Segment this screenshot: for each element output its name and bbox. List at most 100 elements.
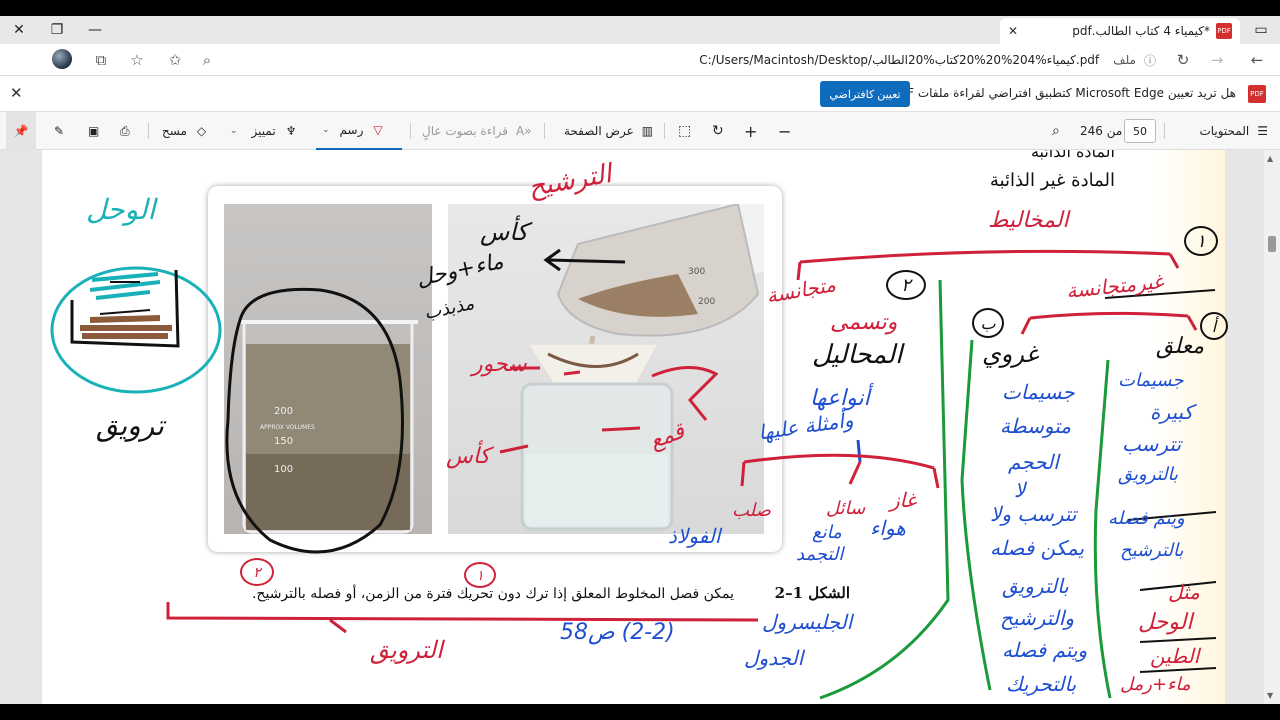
hw-mokhaleet: المخاليط bbox=[988, 208, 1069, 233]
hw-bittarweeq: بالترويق bbox=[1118, 464, 1179, 485]
vertical-scrollbar[interactable]: ▲ ▼ bbox=[1264, 150, 1280, 704]
hw-la: لا bbox=[1014, 478, 1026, 502]
pen-icon: ▽ bbox=[373, 123, 383, 137]
read-aloud-label: قراءة بصوت عالٍ bbox=[422, 124, 509, 138]
contents-button[interactable]: المحتويات ☰ bbox=[1199, 112, 1268, 150]
save-icon[interactable]: ▣ bbox=[88, 112, 99, 150]
page-view-label: عرض الصفحة bbox=[564, 124, 634, 138]
info-icon[interactable]: ⓘ bbox=[1144, 52, 1156, 69]
pin-toolbar-icon[interactable]: 📌 bbox=[6, 112, 36, 150]
url-text: C:/Users/Macintosh/Desktop/كيمياء%204%20… bbox=[699, 53, 1100, 67]
zoom-icon[interactable]: ⌕ bbox=[194, 48, 220, 72]
forward-icon[interactable]: → bbox=[1204, 48, 1230, 72]
scroll-down-icon[interactable]: ▼ bbox=[1267, 691, 1273, 700]
collections-icon[interactable]: ⧉ bbox=[88, 48, 114, 72]
tab-actions-icon[interactable]: ▭ bbox=[1242, 16, 1280, 44]
hw-tarweeq: الترويق bbox=[370, 636, 443, 664]
tab-title: *كيمياء 4 كتاب الطالب.pdf bbox=[1072, 24, 1210, 38]
hw-yumkin-fasluha: يمكن فصله bbox=[990, 536, 1085, 560]
add-favorite-icon[interactable]: ✩ bbox=[162, 48, 188, 72]
hw-kabeera: كبيرة bbox=[1150, 400, 1194, 424]
hw-circle-b: ب bbox=[972, 308, 1004, 338]
eraser-icon: ◇ bbox=[196, 124, 207, 138]
read-aloud-button[interactable]: قراءة بصوت عالٍ A» bbox=[422, 112, 532, 150]
highlight-dropdown-icon[interactable]: ⌄ bbox=[230, 126, 238, 136]
hw-table-ref: (2-2) ص58 bbox=[560, 620, 675, 645]
hw-motawassita: متوسطة bbox=[1000, 414, 1071, 438]
hw-circle-l1: ١ bbox=[464, 562, 496, 588]
browser-window: ✕ ❐ — + PDF *كيمياء 4 كتاب الطالب.pdf ✕ … bbox=[0, 0, 1280, 720]
page-view-button[interactable]: عرض الصفحة ▥ bbox=[558, 112, 653, 150]
hw-kaas2: كأس bbox=[446, 444, 491, 469]
hw-sahour: سحور bbox=[472, 352, 527, 377]
close-notice-icon[interactable]: ✕ bbox=[10, 84, 23, 102]
hw-circle-1: ١ bbox=[1184, 226, 1218, 256]
hw-tarweeq2: ترويق bbox=[96, 409, 164, 442]
tab-strip: ✕ ❐ — + PDF *كيمياء 4 كتاب الطالب.pdf ✕ … bbox=[0, 16, 1280, 44]
search-icon[interactable]: ⌕ bbox=[1052, 112, 1060, 150]
page-number-box[interactable]: 50 bbox=[1124, 119, 1156, 143]
separator bbox=[1164, 123, 1165, 139]
scroll-thumb[interactable] bbox=[1268, 236, 1276, 252]
restore-window-icon[interactable]: ❐ bbox=[38, 16, 76, 44]
hw-circle-l2: ٢ bbox=[240, 558, 274, 586]
close-tab-icon[interactable]: ✕ bbox=[1008, 24, 1018, 38]
address-bar: ⧉ ☆ ✩ ⌕ C:/Users/Macintosh/Desktop/كيميا… bbox=[0, 44, 1280, 76]
hw-joseemat2: جسيمات bbox=[1118, 370, 1184, 391]
draw-button[interactable]: ⌄ رسم ▽ bbox=[316, 112, 402, 150]
hw-saail: سائل bbox=[826, 498, 866, 519]
hw-ghurawi: غروي bbox=[982, 340, 1039, 368]
hw-mahaleel: المحاليل bbox=[812, 340, 903, 370]
hw-alwahl2: الوحل bbox=[1138, 610, 1193, 635]
hw-watusamma: وتسمى bbox=[830, 310, 898, 335]
rotate-icon[interactable]: ↻ bbox=[712, 112, 724, 150]
profile-avatar-icon[interactable] bbox=[52, 49, 72, 69]
hw-circle-2: ٢ bbox=[886, 270, 926, 300]
hw-ghaz: غاز bbox=[890, 488, 917, 512]
hw-gliseerol: الجليسرول bbox=[762, 610, 853, 634]
hw-jadwal: الجدول bbox=[744, 646, 804, 670]
tab-pdf[interactable]: PDF *كيمياء 4 كتاب الطالب.pdf ✕ bbox=[1000, 18, 1240, 44]
hw-bittahreek: بالتحريك bbox=[1006, 672, 1077, 696]
save-as-icon[interactable]: ✎ bbox=[54, 112, 64, 150]
hw-hajm: الحجم bbox=[1008, 450, 1059, 474]
print-icon[interactable]: ⎙ bbox=[120, 112, 130, 150]
hw-tajammud: التجمد bbox=[796, 544, 844, 565]
draw-dropdown-icon[interactable]: ⌄ bbox=[322, 125, 330, 135]
contents-label: المحتويات bbox=[1199, 124, 1250, 138]
hw-solb: صلب bbox=[732, 500, 771, 521]
list-icon: ☰ bbox=[1257, 124, 1268, 138]
page-view-icon: ▥ bbox=[641, 124, 654, 138]
hw-hawaa: هواء bbox=[870, 516, 906, 540]
hw-bittarweeq2: بالترويق bbox=[1002, 574, 1069, 598]
set-default-button[interactable]: تعيين كافتراضي bbox=[820, 81, 910, 107]
pdf-file-icon: PDF bbox=[1216, 23, 1232, 39]
hw-anwaaha: أنواعها bbox=[810, 386, 870, 411]
close-window-icon[interactable]: ✕ bbox=[0, 16, 38, 44]
zoom-out-icon[interactable]: − bbox=[778, 112, 791, 150]
pdf-viewport[interactable]: المادة الذائبة المادة غير الذائبة 200 15… bbox=[0, 150, 1280, 704]
refresh-icon[interactable]: ↻ bbox=[1170, 48, 1196, 72]
back-icon[interactable]: ← bbox=[1244, 48, 1270, 72]
hw-altiin: الطين bbox=[1150, 644, 1200, 668]
minimize-window-icon[interactable]: — bbox=[76, 16, 114, 44]
hw-mithl: مثل bbox=[1168, 580, 1200, 604]
erase-button[interactable]: مسح ◇ bbox=[162, 112, 206, 150]
pdf-toolbar: المحتويات ☰ 50 من 246 ⌕ − + ↻ ⬚ عرض الصف… bbox=[0, 112, 1280, 150]
address-field[interactable]: C:/Users/Macintosh/Desktop/كيمياء%204%20… bbox=[220, 48, 1164, 72]
read-aloud-icon: A» bbox=[516, 124, 532, 138]
pdf-notice-icon: PDF bbox=[1248, 85, 1266, 103]
hw-fulath: الفولاذ bbox=[668, 524, 721, 548]
hw-maani: مانع bbox=[812, 522, 842, 543]
scroll-up-icon[interactable]: ▲ bbox=[1267, 154, 1273, 163]
separator bbox=[148, 123, 149, 139]
page-number-input[interactable]: 50 bbox=[1124, 112, 1156, 150]
favorites-icon[interactable]: ☆ bbox=[124, 48, 150, 72]
hw-wayatim-fasluha: ويتم فصله bbox=[1108, 508, 1185, 529]
hw-maa-raml: ماء+رمل bbox=[1120, 674, 1191, 695]
fit-page-icon[interactable]: ⬚ bbox=[678, 112, 691, 150]
hw-tatarassab-wala: تترسب ولا bbox=[990, 502, 1077, 526]
hw-moallaq: معلق bbox=[1156, 334, 1205, 359]
zoom-in-icon[interactable]: + bbox=[744, 112, 757, 150]
highlight-button[interactable]: ⌄ تمييز ♆ bbox=[230, 112, 296, 150]
